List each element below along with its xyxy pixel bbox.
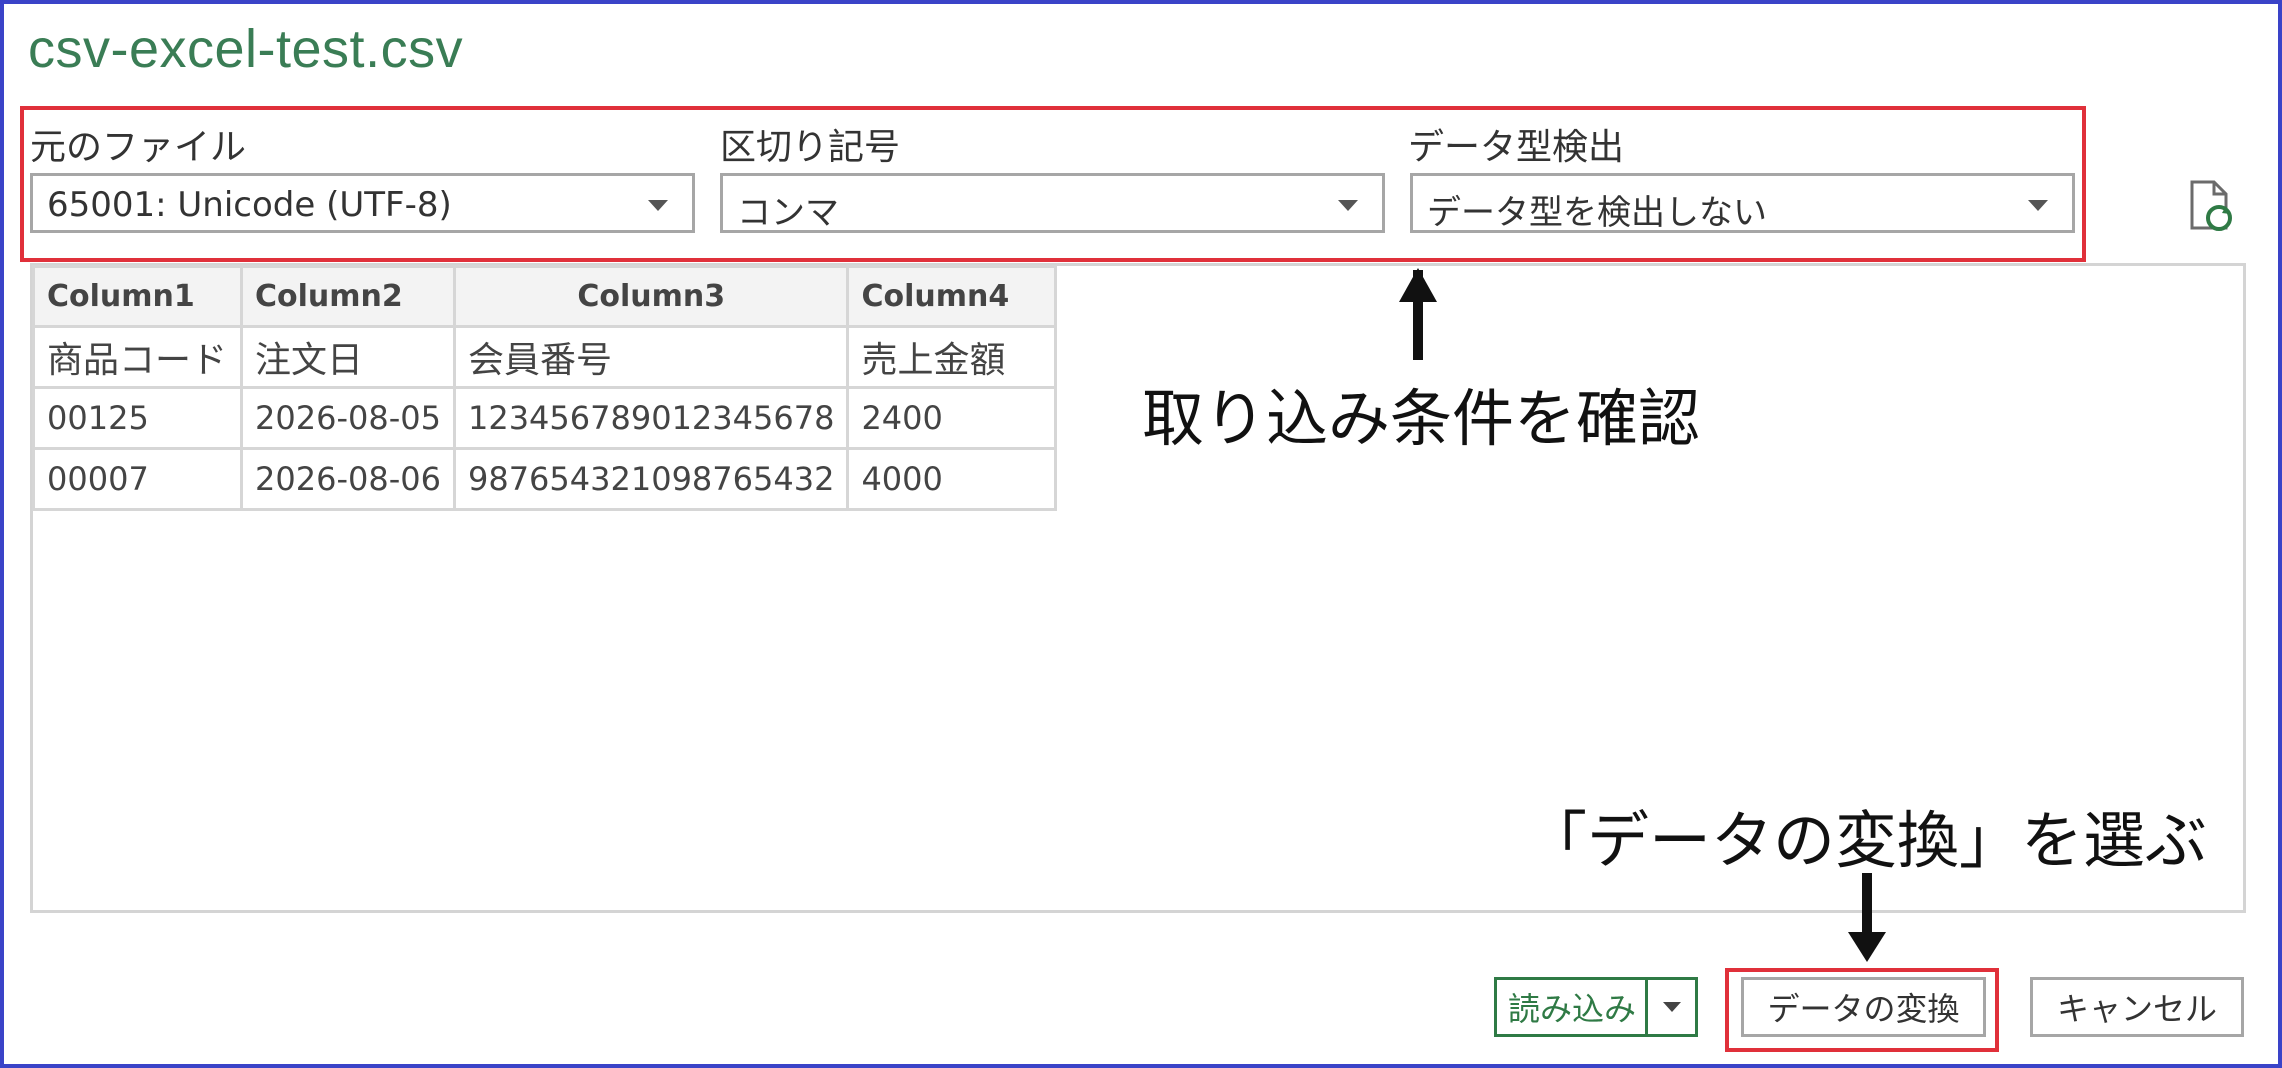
table-cell: 987654321098765432 — [452, 447, 850, 511]
table-cell: 売上金額 — [846, 325, 1058, 389]
table-row: 00007 2026-08-06 987654321098765432 4000 — [32, 447, 1058, 511]
table-cell: 2400 — [846, 386, 1058, 450]
column-header: Column3 — [452, 265, 850, 328]
table-cell: 2026-08-05 — [240, 386, 456, 450]
annotation-check-conditions: 取り込み条件を確認 — [1142, 382, 1701, 455]
preview-table: Column1 Column2 Column3 Column4 商品コード 注文… — [32, 265, 1058, 511]
cancel-button[interactable]: キャンセル — [2030, 977, 2244, 1037]
table-row: 商品コード 注文日 会員番号 売上金額 — [32, 325, 1058, 389]
options-highlight — [20, 106, 2086, 262]
dialog-title: csv-excel-test.csv — [28, 19, 464, 79]
chevron-down-icon — [1662, 1002, 1681, 1012]
table-cell: 00007 — [32, 447, 243, 511]
table-cell: 2026-08-06 — [240, 447, 456, 511]
table-header-row: Column1 Column2 Column3 Column4 — [32, 265, 1058, 328]
column-header: Column4 — [846, 265, 1058, 328]
table-cell: 4000 — [846, 447, 1058, 511]
table-cell: 123456789012345678 — [452, 386, 850, 450]
table-row: 00125 2026-08-05 123456789012345678 2400 — [32, 386, 1058, 450]
annotation-arrow-up-head — [1399, 268, 1437, 302]
table-cell: 注文日 — [240, 325, 456, 389]
file-refresh-icon[interactable] — [2186, 178, 2236, 234]
column-header: Column1 — [32, 265, 243, 328]
table-cell: 会員番号 — [452, 325, 850, 389]
column-header: Column2 — [240, 265, 456, 328]
table-cell: 00125 — [32, 386, 243, 450]
load-dropdown-button[interactable] — [1645, 977, 1698, 1037]
transform-button-highlight — [1725, 968, 1999, 1052]
annotation-arrow-down-head — [1848, 932, 1886, 962]
annotation-choose-transform: 「データの変換」を選ぶ — [1525, 804, 2208, 877]
load-button[interactable]: 読み込み — [1494, 977, 1647, 1037]
table-cell: 商品コード — [32, 325, 243, 389]
